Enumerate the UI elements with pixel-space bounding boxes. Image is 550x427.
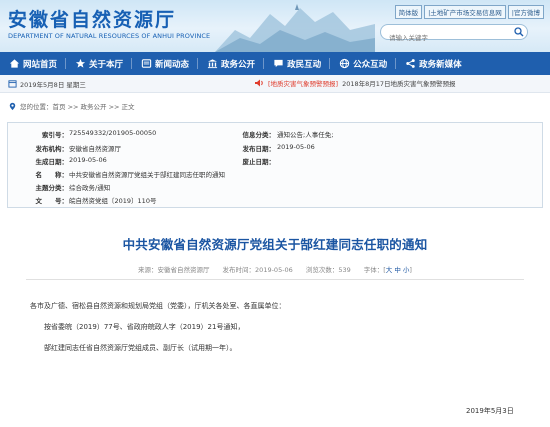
share-icon — [406, 59, 415, 68]
building-icon — [207, 59, 218, 69]
breadcrumb: 您的位置：首页 >> 政务公开 >> 正文 — [8, 101, 135, 111]
top-links: 简体版 |土地矿产市场交易信息网 |官方微博 — [393, 5, 544, 19]
link-land-market[interactable]: |土地矿产市场交易信息网 — [424, 5, 506, 19]
article-paragraph: 按省委皖（2019）77号、省政府皖政人字（2019）21号通知， — [30, 323, 245, 331]
meta-key-name: 名 称： — [35, 171, 69, 179]
nav-interaction[interactable]: 政民互动 — [264, 52, 331, 75]
nav-label: 新闻动态 — [155, 59, 190, 70]
meta-key-publisher: 发布机构： — [35, 145, 69, 153]
nav-about[interactable]: 关于本厅 — [66, 52, 133, 75]
meta-key-docno: 文 号： — [35, 197, 69, 205]
link-simplified[interactable]: 简体版 — [394, 5, 423, 19]
meta-key-index: 索引号： — [42, 131, 68, 139]
site-subtitle: DEPARTMENT OF NATURAL RESOURCES OF ANHUI… — [8, 32, 211, 40]
nav-label: 网站首页 — [23, 59, 58, 70]
meta-val-topic: 综合政务/通知 — [69, 184, 111, 192]
nav-home[interactable]: 网站首页 — [0, 52, 67, 75]
meta-val-publisher: 安徽省自然资源厅 — [69, 145, 121, 153]
meta-val-index: 725549332/201905-00050 — [69, 129, 157, 137]
meta-val-name: 中共安徽省自然资源厅党组关于郜红建同志任职的通知 — [69, 171, 225, 179]
font-size-switcher[interactable]: 大 中 小 — [386, 266, 410, 274]
article-salutation: 各市及广德、宿松县自然资源和规划局党组（党委），厅机关各处室、各直属单位： — [30, 302, 286, 310]
meta-key-created: 生成日期： — [35, 158, 69, 166]
search-icon[interactable] — [514, 27, 524, 37]
news-icon — [141, 59, 152, 68]
site-title[interactable]: 安徽省自然资源厅 — [8, 5, 176, 32]
nav-label: 政务新媒体 — [419, 59, 462, 70]
meta-key-pubdate: 发布日期： — [242, 145, 276, 153]
article-info-text: 来源：安徽省自然资源厅 发布时间：2019-05-06 浏览次数：539 字体：… — [138, 266, 386, 274]
notice-tag[interactable]: [地质灾害气象预警预报] — [268, 78, 338, 88]
search-input[interactable] — [381, 31, 501, 45]
nav-new-media[interactable]: 政务新媒体 — [396, 52, 471, 75]
meta-key-category: 信息分类： — [242, 131, 276, 139]
chat-icon — [274, 59, 283, 68]
speaker-icon — [255, 79, 263, 87]
search-box — [380, 24, 528, 45]
nav-news[interactable]: 新闻动态 — [132, 52, 199, 75]
notice-text[interactable]: 2018年8月17日地质灾害气象预警预报 — [342, 78, 455, 88]
globe-icon — [339, 58, 350, 69]
article-paragraph: 郜红建同志任省自然资源厅党组成员、副厅长（试用期一年）。 — [30, 344, 237, 352]
mountain-scenery-image — [215, 4, 375, 52]
meta-val-category: 通知公告;人事任免; — [277, 131, 334, 139]
location-icon — [9, 102, 16, 110]
nav-public[interactable]: 公众互动 — [330, 52, 397, 75]
breadcrumb-text[interactable]: 您的位置：首页 >> 政务公开 >> 正文 — [20, 101, 135, 111]
warning-notice[interactable]: [地质灾害气象预警预报] 2018年8月17日地质灾害气象预警预报 — [254, 78, 456, 88]
meta-val-docno: 皖自然资党组〔2019〕110号 — [69, 197, 157, 205]
calendar-icon — [8, 80, 17, 88]
nav-label: 政民互动 — [287, 59, 322, 70]
home-icon — [9, 59, 20, 68]
date-text: 2019年5月8日 星期三 — [20, 80, 86, 89]
document-meta-box: 索引号： 725549332/201905-00050 信息分类： 通知公告;人… — [7, 122, 543, 208]
article-sign-date: 2019年5月3日 — [466, 407, 514, 415]
meta-val-created: 2019-05-06 — [69, 156, 107, 164]
article-title: 中共安徽省自然资源厅党组关于郜红建同志任职的通知 — [122, 237, 428, 252]
nav-label: 公众互动 — [353, 59, 388, 70]
star-icon — [75, 58, 86, 68]
nav-label: 关于本厅 — [89, 59, 124, 70]
article-info: 来源：安徽省自然资源厅 发布时间：2019-05-06 浏览次数：539 字体：… — [0, 264, 550, 274]
article-info-end: ] — [409, 266, 412, 274]
link-weibo[interactable]: |官方微博 — [507, 5, 544, 19]
meta-val-pubdate: 2019-05-06 — [277, 143, 315, 151]
info-bar: 2019年5月8日 星期三 [地质灾害气象预警预报] 2018年8月17日地质灾… — [0, 75, 550, 93]
meta-key-expire: 废止日期： — [242, 158, 276, 166]
nav-label: 政务公开 — [221, 59, 256, 70]
page: 安徽省自然资源厅 DEPARTMENT OF NATURAL RESOURCES… — [0, 0, 550, 427]
meta-key-topic: 主题分类： — [35, 184, 69, 192]
divider — [26, 279, 524, 280]
current-date: 2019年5月8日 星期三 — [8, 79, 86, 89]
header-banner: 安徽省自然资源厅 DEPARTMENT OF NATURAL RESOURCES… — [0, 0, 550, 52]
nav-gov-affairs[interactable]: 政务公开 — [198, 52, 265, 75]
main-nav: 网站首页 关于本厅 新闻动态 政务公开 政民互动 公众互动 政务新媒体 — [0, 52, 550, 75]
